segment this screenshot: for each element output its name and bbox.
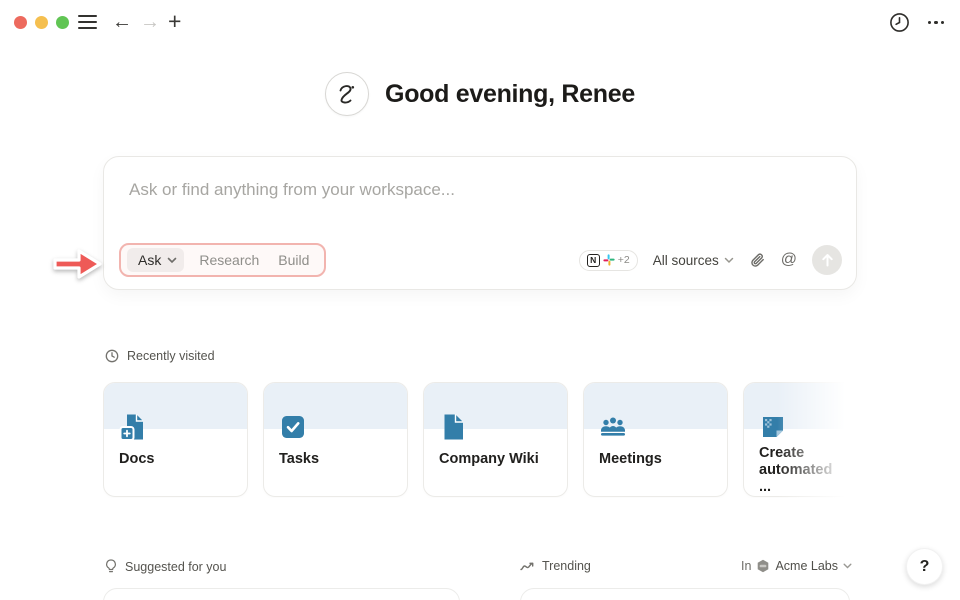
zoom-window-button[interactable]	[56, 16, 69, 29]
page-title: Good evening, Renee	[385, 80, 635, 109]
document-icon	[439, 413, 467, 441]
trending-up-icon	[520, 561, 534, 572]
automation-note-icon	[759, 413, 787, 441]
all-sources-dropdown[interactable]: All sources	[653, 253, 734, 268]
task-check-icon	[279, 413, 307, 441]
mode-ask-label: Ask	[138, 252, 161, 268]
search-input[interactable]	[129, 173, 729, 207]
recent-card-docs[interactable]: Docs	[103, 382, 248, 497]
connected-sources-pill[interactable]: N +2	[579, 250, 638, 271]
recent-card-tasks[interactable]: Tasks	[263, 382, 408, 497]
lightbulb-icon	[105, 559, 117, 574]
workspace-logo-icon	[756, 559, 770, 573]
workspace-selector[interactable]: In Acme Labs	[741, 559, 852, 573]
trending-header: Trending	[520, 559, 591, 573]
recently-visited-row: Docs Tasks Company Wiki Meetings	[103, 382, 857, 498]
chevron-down-icon	[843, 563, 852, 569]
annotation-arrow-icon	[50, 245, 106, 283]
recently-visited-header: Recently visited	[105, 349, 215, 363]
new-tab-plus-icon[interactable]: +	[168, 7, 181, 35]
paperclip-icon[interactable]	[749, 252, 766, 269]
notion-ai-face-icon	[325, 72, 369, 116]
slack-logo-icon	[603, 254, 615, 266]
mode-ask-dropdown[interactable]: Ask	[127, 248, 184, 272]
at-mention-icon[interactable]: @	[781, 251, 797, 269]
send-button[interactable]	[812, 245, 842, 275]
traffic-lights[interactable]	[14, 16, 69, 29]
mode-research-tab[interactable]: Research	[199, 248, 259, 272]
doc-add-icon	[119, 413, 147, 441]
trending-card-stub[interactable]	[520, 588, 850, 600]
recent-card-company-wiki[interactable]: Company Wiki	[423, 382, 568, 497]
help-button[interactable]: ?	[906, 548, 943, 585]
suggested-for-you-header: Suggested for you	[105, 559, 226, 574]
suggested-card-stub[interactable]	[103, 588, 460, 600]
more-options-ellipsis-icon[interactable]	[928, 12, 945, 33]
chevron-down-icon	[167, 257, 177, 264]
sources-overflow-count: +2	[618, 254, 630, 266]
history-clock-icon[interactable]	[889, 12, 910, 33]
clock-icon	[105, 349, 119, 363]
chevron-down-icon	[724, 257, 734, 264]
recent-card-create-automated[interactable]: Create automated ...	[743, 382, 857, 497]
minimize-window-button[interactable]	[35, 16, 48, 29]
send-arrow-up-icon	[821, 253, 834, 267]
forward-arrow-icon[interactable]: →	[140, 8, 160, 36]
ai-search-card: Ask Research Build N +2 All sources	[103, 156, 857, 290]
close-window-button[interactable]	[14, 16, 27, 29]
sidebar-toggle-hamburger-icon[interactable]	[78, 15, 97, 29]
recent-card-meetings[interactable]: Meetings	[583, 382, 728, 497]
mode-switcher-highlighted: Ask Research Build	[119, 243, 326, 277]
window-toolbar: ← → +	[0, 0, 960, 44]
back-arrow-icon[interactable]: ←	[112, 8, 132, 36]
mode-build-tab[interactable]: Build	[278, 248, 309, 272]
greeting-header: Good evening, Renee	[0, 72, 960, 116]
people-icon	[599, 413, 627, 441]
notion-logo-icon: N	[587, 254, 600, 267]
